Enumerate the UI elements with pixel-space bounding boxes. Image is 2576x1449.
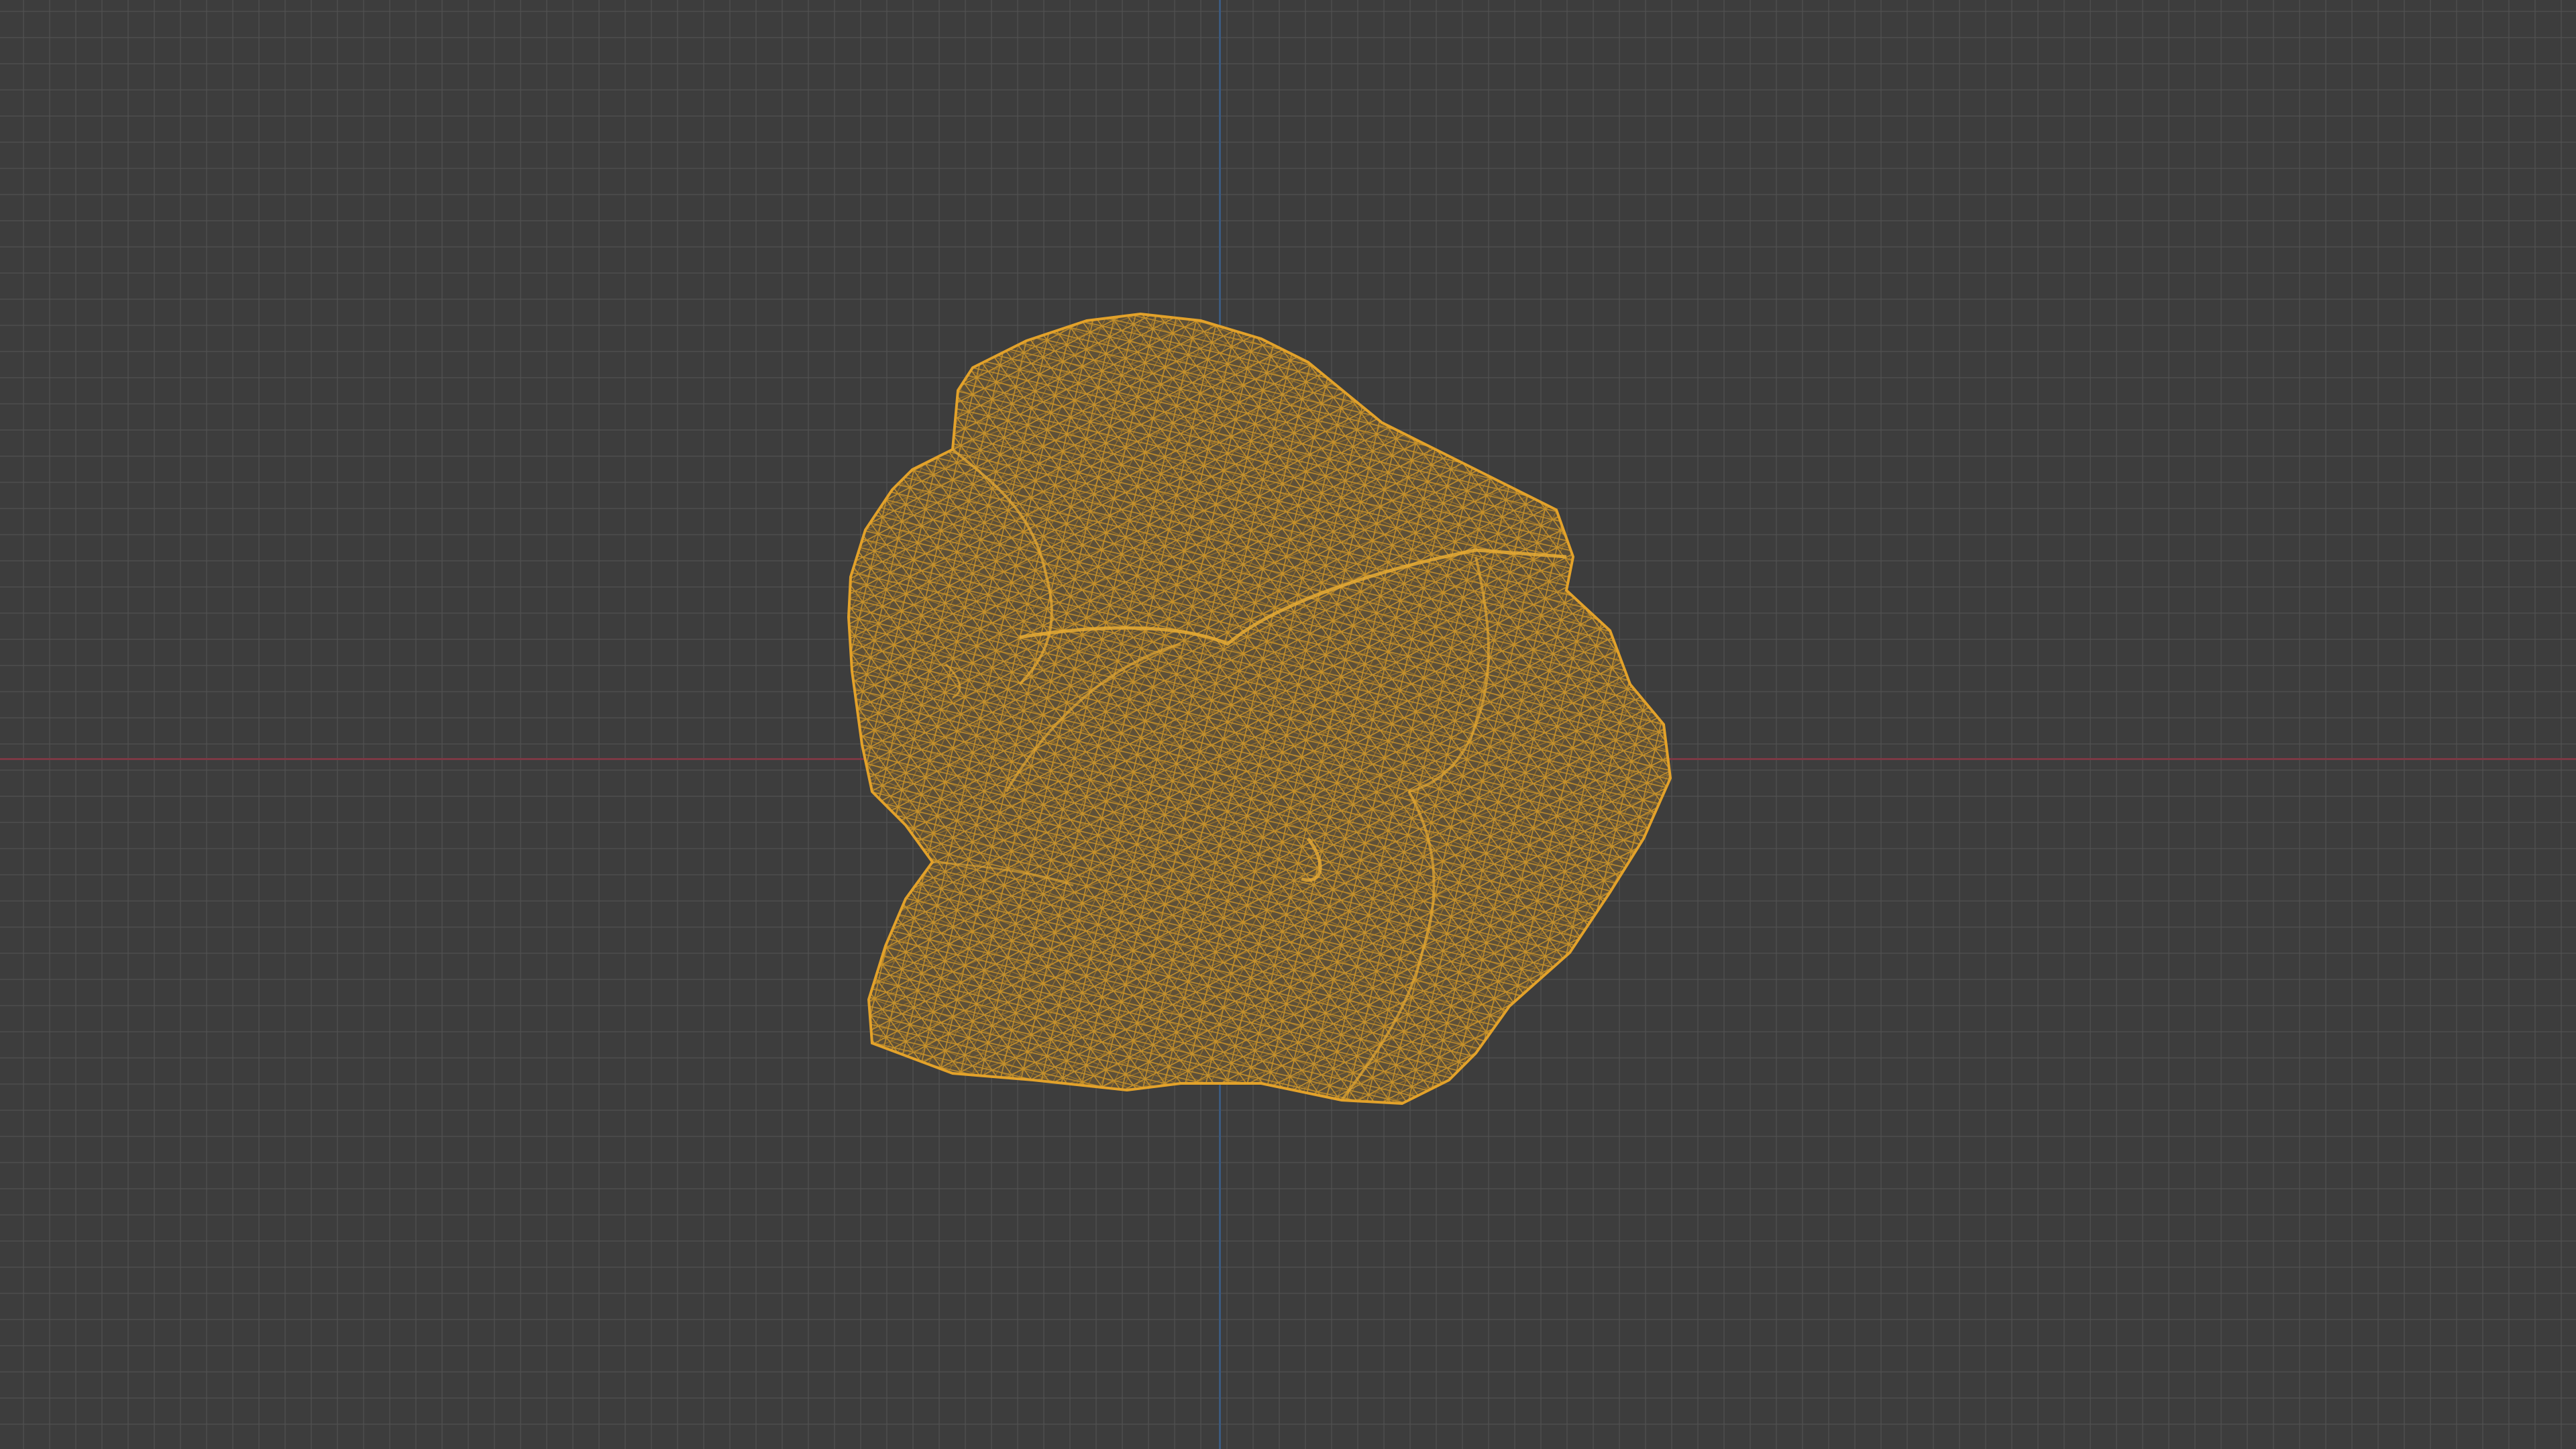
rock-wireframe-mesh[interactable] [0, 0, 2576, 1449]
rock-body[interactable] [805, 268, 1711, 1140]
3d-viewport[interactable] [0, 0, 2576, 1449]
